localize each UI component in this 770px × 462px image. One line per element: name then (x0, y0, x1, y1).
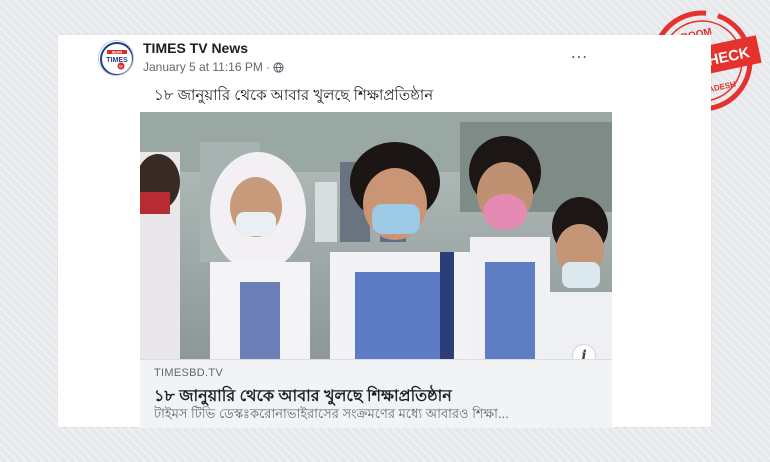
link-description: টাইমস টিভি ডেস্কঃকরোনাভাইরাসের সংক্রমণের… (154, 406, 509, 421)
post-meta: January 5 at 11:16 PM · (143, 60, 284, 74)
more-options-icon[interactable]: … (570, 43, 589, 61)
page-avatar[interactable]: NEWS TIMES tv (98, 40, 134, 76)
meta-separator: · (265, 60, 270, 74)
post-photo[interactable] (140, 112, 612, 359)
students-photo (140, 112, 612, 359)
post-caption: ১৮ জানুয়ারি থেকে আবার খুলছে শিক্ষাপ্রতি… (154, 87, 434, 104)
link-domain: TIMESBD.TV (154, 367, 224, 379)
svg-text:NEWS: NEWS (112, 50, 123, 54)
page-name-link[interactable]: TIMES TV News (143, 40, 248, 56)
svg-text:TIMES: TIMES (106, 57, 128, 64)
post-timestamp[interactable]: January 5 at 11:16 PM (143, 60, 263, 74)
globe-icon[interactable] (273, 61, 284, 73)
